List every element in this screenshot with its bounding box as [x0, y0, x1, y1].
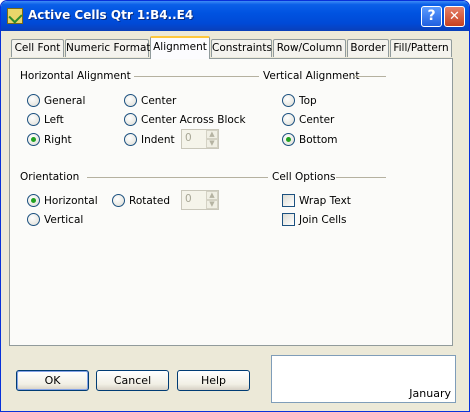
tab-strip: Cell Font Numeric Format Alignment Const…: [1, 31, 469, 59]
help-title-button[interactable]: ?: [421, 6, 442, 27]
ok-button[interactable]: OK: [16, 370, 89, 391]
radio-left-label: Left: [44, 114, 64, 126]
group-divider: [87, 177, 268, 178]
radio-center-button[interactable]: [124, 94, 137, 107]
radio-vcenter-label: Center: [299, 114, 335, 126]
radio-general-button[interactable]: [27, 94, 40, 107]
preview-text: January: [409, 387, 451, 400]
radio-general-label: General: [44, 95, 86, 107]
title-bar[interactable]: Active Cells Qtr 1:B4..E4 ? ✕: [1, 1, 469, 31]
radio-left-button[interactable]: [27, 113, 40, 126]
rotation-spinner[interactable]: 0 ▲ ▼: [181, 190, 219, 210]
tab-alignment[interactable]: Alignment: [150, 36, 210, 59]
spin-down-icon[interactable]: ▼: [206, 139, 218, 148]
join-cells-checkbox[interactable]: [282, 213, 295, 226]
alignment-preview: January: [271, 355, 456, 403]
radio-top-label: Top: [299, 95, 317, 107]
radio-right-button[interactable]: [27, 133, 40, 146]
radio-vcenter-button[interactable]: [282, 113, 295, 126]
radio-rotated-button[interactable]: [112, 194, 125, 207]
indent-spinner[interactable]: 0 ▲ ▼: [181, 129, 219, 149]
wrap-text-label: Wrap Text: [299, 195, 351, 207]
group-divider: [353, 76, 386, 77]
horizontal-alignment-heading: Horizontal Alignment: [20, 70, 131, 82]
help-button[interactable]: Help: [177, 370, 250, 391]
tab-row-column[interactable]: Row/Column: [273, 39, 346, 57]
window-title: Active Cells Qtr 1:B4..E4: [28, 8, 194, 22]
group-divider: [336, 177, 386, 178]
orientation-heading: Orientation: [20, 171, 80, 183]
radio-indent-button[interactable]: [124, 133, 137, 146]
cancel-button[interactable]: Cancel: [96, 370, 169, 391]
spin-down-icon[interactable]: ▼: [206, 200, 218, 209]
radio-horizontal-button[interactable]: [27, 194, 40, 207]
close-button[interactable]: ✕: [444, 6, 465, 27]
radio-indent-label: Indent: [141, 134, 175, 146]
tab-border[interactable]: Border: [347, 39, 389, 57]
spin-up-icon[interactable]: ▲: [206, 191, 218, 200]
radio-center-label: Center: [141, 95, 177, 107]
tab-fill-pattern[interactable]: Fill/Pattern: [390, 39, 452, 57]
radio-vertical-label: Vertical: [44, 214, 84, 226]
radio-bottom-button[interactable]: [282, 133, 295, 146]
radio-top-button[interactable]: [282, 94, 295, 107]
dialog-window: Active Cells Qtr 1:B4..E4 ? ✕ Cell Font …: [0, 0, 470, 412]
alignment-panel: Horizontal Alignment General Left Right …: [9, 58, 453, 346]
app-icon: [7, 8, 23, 24]
tab-constraints[interactable]: Constraints: [211, 39, 272, 57]
tab-cell-font[interactable]: Cell Font: [11, 39, 64, 57]
radio-bottom-label: Bottom: [299, 134, 338, 146]
rotation-value: 0: [185, 193, 192, 205]
tab-numeric-format[interactable]: Numeric Format: [65, 39, 151, 57]
radio-center-across-block-button[interactable]: [124, 113, 137, 126]
radio-horizontal-label: Horizontal: [44, 195, 98, 207]
radio-right-label: Right: [44, 134, 72, 146]
join-cells-label: Join Cells: [299, 214, 347, 226]
cell-options-heading: Cell Options: [272, 171, 336, 183]
radio-center-across-block-label: Center Across Block: [141, 114, 246, 126]
indent-value: 0: [185, 132, 192, 144]
spin-up-icon[interactable]: ▲: [206, 130, 218, 139]
group-divider: [134, 76, 259, 77]
wrap-text-checkbox[interactable]: [282, 194, 295, 207]
radio-rotated-label: Rotated: [129, 195, 171, 207]
radio-vertical-button[interactable]: [27, 213, 40, 226]
vertical-alignment-heading: Vertical Alignment: [263, 70, 360, 82]
